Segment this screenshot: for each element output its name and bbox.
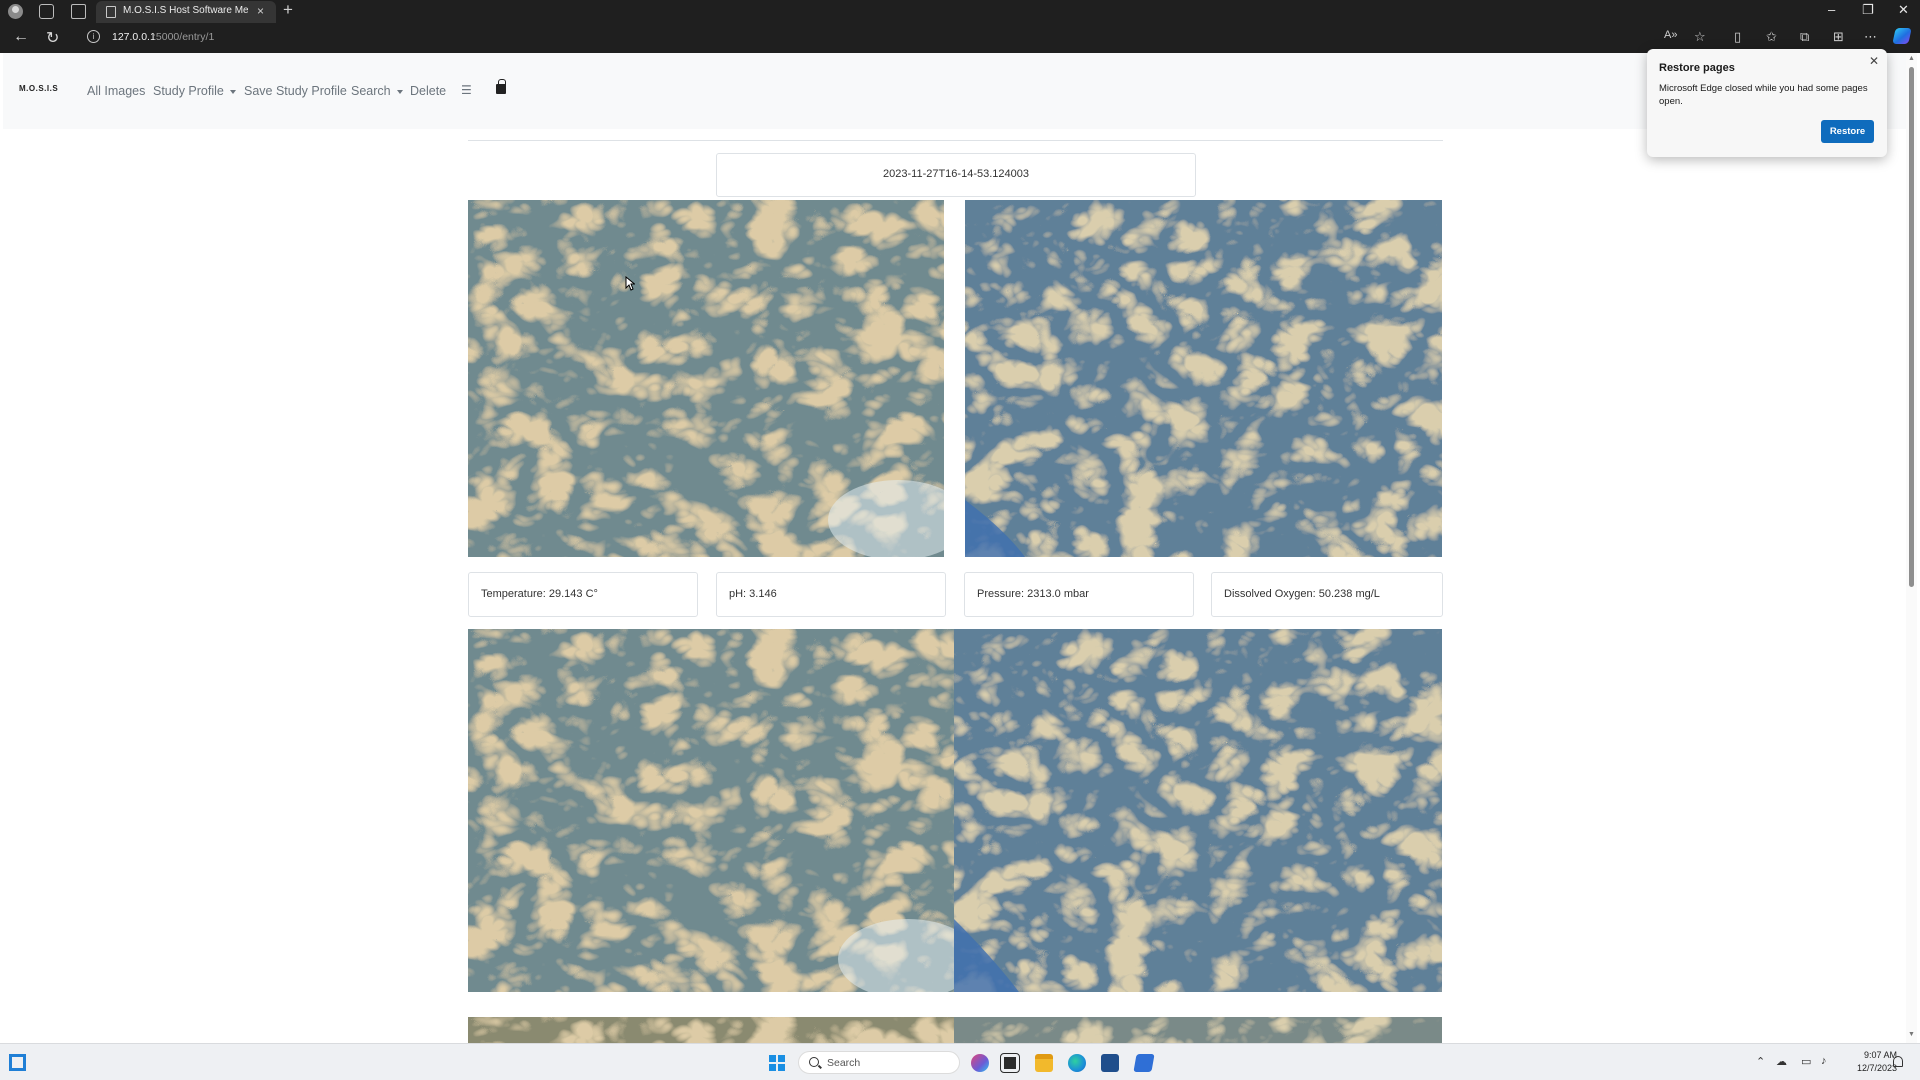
page-favicon-icon — [106, 6, 116, 18]
entry-timestamp: 2023-11-27T16-14-53.124003 — [883, 168, 1029, 180]
profile-avatar-icon[interactable] — [8, 4, 23, 19]
dissolved-oxygen-reading: Dissolved Oxygen: 50.238 mg/L — [1211, 572, 1443, 617]
list-view-icon[interactable]: ☰ — [461, 83, 472, 97]
ph-value: pH: 3.146 — [729, 588, 777, 600]
search-icon — [809, 1057, 819, 1067]
file-explorer-icon[interactable] — [1035, 1054, 1053, 1072]
collections-icon[interactable]: ⧉ — [1800, 29, 1809, 45]
scrollbar-thumb[interactable] — [1909, 67, 1914, 587]
onedrive-icon[interactable]: ☁ — [1776, 1055, 1787, 1068]
divider — [468, 140, 1443, 141]
nav-delete[interactable]: Delete — [410, 84, 446, 98]
lock-icon[interactable] — [496, 79, 506, 94]
clock-time[interactable]: 9:07 AM — [1845, 1050, 1897, 1060]
windows-taskbar: Search ⌃ ☁ ▭ ♪ 9:07 AM 12/7/2023 — [0, 1043, 1920, 1080]
back-button[interactable]: ← — [13, 28, 29, 46]
dissolved-oxygen-value: Dissolved Oxygen: 50.238 mg/L — [1224, 588, 1380, 600]
restore-pages-popup: Restore pages ✕ Microsoft Edge closed wh… — [1647, 49, 1887, 157]
edge-browser-icon[interactable] — [1068, 1054, 1086, 1072]
favorites-icon[interactable]: ✩ — [1766, 29, 1777, 45]
browser-title-bar: M.O.S.I.S Host Software Media E × + – ❐ … — [0, 0, 1920, 23]
nav-all-images[interactable]: All Images — [87, 84, 145, 98]
url-host[interactable]: 127.0.0.1 — [112, 31, 156, 43]
page-viewport: M.O.S.I.S All Images Study Profile Save … — [3, 53, 1917, 1043]
scroll-down-icon[interactable]: ▼ — [1908, 1031, 1915, 1038]
coral-image-right-3[interactable] — [954, 1017, 1442, 1043]
close-window-button[interactable]: ✕ — [1898, 2, 1909, 18]
tab-actions-icon[interactable] — [71, 4, 86, 19]
refresh-button[interactable]: ↻ — [46, 28, 59, 48]
browser-tab[interactable]: M.O.S.I.S Host Software Media E × — [96, 1, 276, 23]
coral-image-right[interactable] — [965, 200, 1442, 557]
nav-save-study-profile[interactable]: Save Study Profile — [244, 84, 347, 98]
page-scrollbar[interactable]: ▲ ▼ — [1906, 53, 1917, 1043]
coral-image-right-2[interactable] — [954, 629, 1442, 992]
popup-close-icon[interactable]: ✕ — [1869, 54, 1879, 68]
chevron-up-icon[interactable]: ⌃ — [1756, 1055, 1765, 1068]
copilot-app-icon[interactable] — [971, 1054, 989, 1072]
site-info-icon[interactable]: i — [87, 30, 100, 43]
coral-image-left-3[interactable] — [468, 1017, 954, 1043]
pressure-value: Pressure: 2313.0 mbar — [977, 588, 1089, 600]
coral-image-left[interactable] — [468, 200, 944, 557]
mouse-cursor-icon — [625, 276, 635, 291]
nav-search-label: Search — [351, 84, 391, 98]
volume-icon[interactable]: ♪ — [1821, 1055, 1827, 1067]
read-aloud-icon[interactable]: A» — [1664, 29, 1677, 41]
split-screen-icon[interactable]: ▯ — [1734, 29, 1741, 45]
terminal-app-icon[interactable] — [1133, 1054, 1155, 1072]
popup-message: Microsoft Edge closed while you had some… — [1659, 83, 1868, 107]
chevron-down-icon — [396, 89, 403, 94]
nav-study-profile-label: Study Profile — [153, 84, 224, 98]
store-app-icon[interactable] — [1101, 1054, 1119, 1072]
notification-bell-icon[interactable] — [1893, 1056, 1903, 1067]
pressure-reading: Pressure: 2313.0 mbar — [964, 572, 1194, 617]
restore-window-button[interactable]: ❐ — [1862, 2, 1874, 18]
workspaces-icon[interactable] — [39, 4, 54, 19]
url-path[interactable]: :5000/entry/1 — [153, 31, 214, 43]
favorite-star-icon[interactable]: ☆ — [1694, 29, 1706, 45]
more-menu-icon[interactable]: ⋯ — [1864, 29, 1877, 45]
extensions-icon[interactable]: ⊞ — [1833, 29, 1844, 45]
new-tab-button[interactable]: + — [283, 0, 293, 20]
taskbar-search[interactable]: Search — [798, 1051, 960, 1074]
widgets-icon[interactable] — [9, 1054, 26, 1071]
top-navbar: M.O.S.I.S All Images Study Profile Save … — [3, 53, 1917, 129]
restore-button[interactable]: Restore — [1821, 120, 1874, 143]
clock-date[interactable]: 12/7/2023 — [1845, 1063, 1897, 1073]
popup-title: Restore pages — [1659, 62, 1735, 74]
temperature-reading: Temperature: 29.143 C° — [468, 572, 698, 617]
start-menu-icon[interactable] — [769, 1055, 785, 1071]
coral-image-left-2[interactable] — [468, 629, 954, 992]
brand-logo[interactable]: M.O.S.I.S — [19, 84, 58, 93]
minimize-button[interactable]: – — [1828, 2, 1835, 17]
nav-study-profile[interactable]: Study Profile — [153, 84, 236, 98]
network-icon[interactable]: ▭ — [1801, 1055, 1811, 1068]
browser-toolbar: ← ↻ i 127.0.0.1 :5000/entry/1 A» ☆ ▯ ✩ ⧉… — [0, 23, 1920, 53]
temperature-value: Temperature: 29.143 C° — [481, 588, 598, 600]
chevron-down-icon — [229, 89, 236, 94]
tab-title: M.O.S.I.S Host Software Media E — [123, 5, 248, 16]
copilot-icon[interactable] — [1892, 28, 1912, 44]
nav-search[interactable]: Search — [351, 84, 403, 98]
scroll-up-icon[interactable]: ▲ — [1908, 55, 1915, 62]
taskbar-search-placeholder: Search — [827, 1057, 861, 1069]
timestamp-box: 2023-11-27T16-14-53.124003 — [716, 153, 1196, 197]
task-view-icon[interactable] — [1000, 1053, 1020, 1073]
tab-close-icon[interactable]: × — [257, 4, 264, 18]
ph-reading: pH: 3.146 — [716, 572, 946, 617]
